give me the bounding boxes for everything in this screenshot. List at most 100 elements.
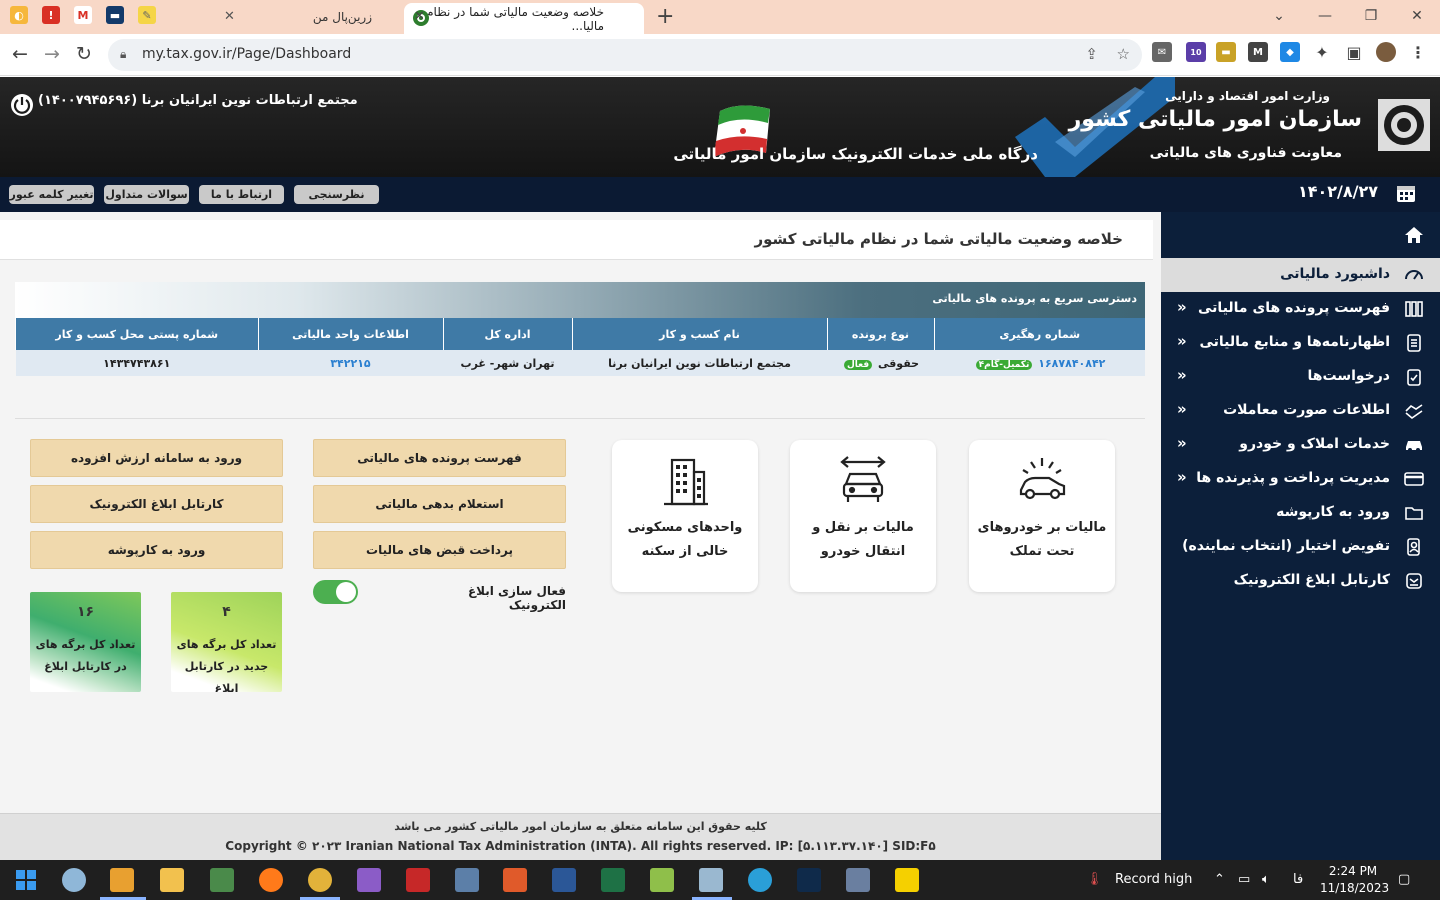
input-language[interactable]: فا bbox=[1293, 872, 1303, 887]
app-icon[interactable] bbox=[846, 868, 870, 892]
telegram-icon[interactable] bbox=[748, 868, 772, 892]
extension-icon[interactable]: 10 bbox=[1186, 42, 1206, 62]
address-bar[interactable]: 🔒︎ my.tax.gov.ir/Page/Dashboard ⇪ ☆ bbox=[108, 39, 1142, 71]
chevron-icon: » bbox=[1177, 366, 1187, 384]
filezilla-icon[interactable] bbox=[406, 868, 430, 892]
new-notices-stat[interactable]: ۴ تعداد کل برگه های جدید در کارتابل ابلا… bbox=[171, 592, 282, 692]
extension-icon[interactable]: ◆ bbox=[1280, 42, 1300, 62]
profile-avatar[interactable] bbox=[1376, 42, 1396, 62]
car-ownership-tax-card[interactable]: مالیات بر خودروهای تحت تملک bbox=[969, 440, 1115, 592]
stat-value: ۴ bbox=[222, 604, 231, 620]
building-icon bbox=[664, 458, 708, 506]
pinned-tab-icon[interactable]: ✎ bbox=[138, 6, 156, 24]
pinned-tab-icon[interactable]: ◐ bbox=[10, 6, 28, 24]
notifications-icon[interactable]: ▢ bbox=[1398, 872, 1410, 887]
site-info-icon[interactable]: 🔒︎ bbox=[120, 47, 126, 62]
sidebar-item-dashboard[interactable]: داشبورد مالیاتی bbox=[1161, 258, 1440, 292]
sidebar-item-requests[interactable]: درخواست‌ها » bbox=[1161, 360, 1440, 394]
media-player-icon[interactable] bbox=[110, 868, 134, 892]
minimize-icon[interactable]: — bbox=[1302, 0, 1348, 32]
tracking-number-link[interactable]: ۱۶۸۷۸۴۰۸۴۲ bbox=[1038, 357, 1105, 370]
sticky-notes-icon[interactable] bbox=[895, 868, 919, 892]
app-icon[interactable] bbox=[455, 868, 479, 892]
extensions-puzzle-icon[interactable]: ✦ bbox=[1312, 42, 1332, 62]
mail-extension-icon[interactable]: ✉ bbox=[1152, 42, 1172, 62]
faq-button[interactable]: سوالات متداول bbox=[104, 185, 189, 204]
share-icon[interactable]: ⇪ bbox=[1085, 45, 1098, 63]
excel-icon[interactable] bbox=[601, 868, 625, 892]
visual-studio-icon[interactable] bbox=[357, 868, 381, 892]
pay-tax-bills-button[interactable]: پرداخت قبض های مالیات bbox=[313, 531, 566, 569]
e-notice-inbox-button[interactable]: کارتابل ابلاغ الکترونیک bbox=[30, 485, 283, 523]
sidebar-item-workfolder[interactable]: ورود به کارپوشه bbox=[1161, 496, 1440, 530]
browser-tab-strip: ◐ ! M ▬ ✎ زرین‌پال من ✕ خلاصه وضعیت مالی… bbox=[0, 0, 1440, 34]
window-controls: ⌄ — ❐ ✕ bbox=[1256, 0, 1440, 32]
vacant-housing-card[interactable]: واحدهای مسکونی خالی از سکنه bbox=[612, 440, 758, 592]
tax-debt-inquiry-button[interactable]: استعلام بدهی مالیاتی bbox=[313, 485, 566, 523]
volume-icon[interactable]: 🔈︎ bbox=[1262, 872, 1270, 887]
tab-tax-dashboard[interactable]: خلاصه وضعیت مالیاتی شما در نظام مالیا...… bbox=[404, 3, 644, 34]
sidebar-item-e-notice[interactable]: کارتابل ابلاغ الکترونیک bbox=[1161, 564, 1440, 598]
thermometer-icon[interactable]: 🌡︎ bbox=[1086, 872, 1103, 887]
app-icon[interactable] bbox=[699, 868, 723, 892]
side-panel-icon[interactable]: ▣ bbox=[1344, 42, 1364, 62]
chevron-icon: » bbox=[1177, 332, 1187, 350]
word-icon[interactable] bbox=[552, 868, 576, 892]
show-hidden-icons-icon[interactable]: ⌃ bbox=[1214, 872, 1225, 887]
gmail-tab-icon[interactable]: M bbox=[74, 6, 92, 24]
close-window-icon[interactable]: ✕ bbox=[1394, 0, 1440, 32]
tab-zarinpal[interactable]: زرین‌پال من ✕ bbox=[208, 0, 402, 34]
logout-power-icon[interactable] bbox=[10, 93, 34, 117]
vat-system-login-button[interactable]: ورود به سامانه ارزش افزوده bbox=[30, 439, 283, 477]
bookmark-star-icon[interactable]: ☆ bbox=[1117, 45, 1130, 63]
sidebar-item-payments[interactable]: مدیریت پرداخت و پذیرنده ها » bbox=[1161, 462, 1440, 496]
sidebar-item-transactions[interactable]: اطلاعات صورت معاملات » bbox=[1161, 394, 1440, 428]
sidebar: داشبورد مالیاتی فهرست پرونده های مالیاتی… bbox=[1161, 212, 1440, 860]
total-notices-stat[interactable]: ۱۶ تعداد کل برگه های در کارتابل ابلاغ bbox=[30, 592, 141, 692]
sidebar-item-label: اظهارنامه‌ها و منابع مالیاتی bbox=[1199, 334, 1390, 350]
weather-text[interactable]: Record high bbox=[1115, 872, 1192, 887]
pinned-tab-icon[interactable]: ▬ bbox=[106, 6, 124, 24]
car-transfer-tax-card[interactable]: مالیات بر نقل و انتقال خودرو bbox=[790, 440, 936, 592]
workfolder-login-button[interactable]: ورود به کارپوشه bbox=[30, 531, 283, 569]
change-password-button[interactable]: تغییر کلمه عبور bbox=[9, 185, 94, 204]
extension-icon[interactable]: M bbox=[1248, 42, 1268, 62]
app-icon[interactable] bbox=[503, 868, 527, 892]
windows-start-icon[interactable] bbox=[14, 868, 38, 892]
network-icon[interactable]: ▭ bbox=[1238, 872, 1250, 887]
tax-unit-link[interactable]: ۳۴۲۲۱۵ bbox=[330, 357, 370, 370]
restore-icon[interactable]: ❐ bbox=[1348, 0, 1394, 32]
pinned-tab-alert-icon[interactable]: ! bbox=[42, 6, 60, 24]
app-icon[interactable] bbox=[62, 868, 86, 892]
tab-title: خلاصه وضعیت مالیاتی شما در نظام مالیا... bbox=[426, 4, 604, 33]
sidebar-item-property-car[interactable]: خدمات املاک و خودرو » bbox=[1161, 428, 1440, 462]
extension-icon[interactable]: ▬ bbox=[1216, 42, 1236, 62]
system-clock[interactable]: 2:24 PM 11/18/2023 bbox=[1320, 863, 1389, 897]
firefox-icon[interactable] bbox=[259, 868, 283, 892]
close-tab-icon[interactable]: ✕ bbox=[224, 9, 235, 24]
contact-us-button[interactable]: ارتباط با ما bbox=[199, 185, 284, 204]
forward-icon[interactable]: → bbox=[44, 43, 60, 65]
e-notice-toggle[interactable] bbox=[313, 580, 358, 604]
photoshop-icon[interactable] bbox=[797, 868, 821, 892]
tab-search-icon[interactable]: ⌄ bbox=[1256, 0, 1302, 32]
column-header: اداره کل bbox=[442, 318, 572, 350]
browser-menu-icon[interactable]: ⋮ bbox=[1408, 42, 1428, 62]
app-icon[interactable] bbox=[650, 868, 674, 892]
reload-icon[interactable]: ↻ bbox=[76, 43, 92, 65]
home-icon[interactable] bbox=[1404, 226, 1424, 244]
app-icon[interactable] bbox=[210, 868, 234, 892]
back-icon[interactable]: ← bbox=[12, 43, 28, 65]
file-explorer-icon[interactable] bbox=[160, 868, 184, 892]
current-date: ۱۴۰۲/۸/۲۷ bbox=[1297, 182, 1378, 201]
sidebar-item-tax-files[interactable]: فهرست پرونده های مالیاتی » bbox=[1161, 292, 1440, 326]
sidebar-item-delegate[interactable]: تفویض اختیار (انتخاب نماینده) bbox=[1161, 530, 1440, 564]
sidebar-item-declarations[interactable]: اظهارنامه‌ها و منابع مالیاتی » bbox=[1161, 326, 1440, 360]
tax-files-list-button[interactable]: فهرست پرونده های مالیاتی bbox=[313, 439, 566, 477]
chrome-icon[interactable] bbox=[308, 868, 332, 892]
new-tab-icon[interactable]: + bbox=[656, 4, 674, 29]
close-tab-icon[interactable]: ✕ bbox=[414, 9, 425, 24]
url-text[interactable]: my.tax.gov.ir/Page/Dashboard bbox=[142, 46, 351, 62]
survey-button[interactable]: نظرسنجی bbox=[294, 185, 379, 204]
chevron-icon: » bbox=[1177, 468, 1187, 486]
